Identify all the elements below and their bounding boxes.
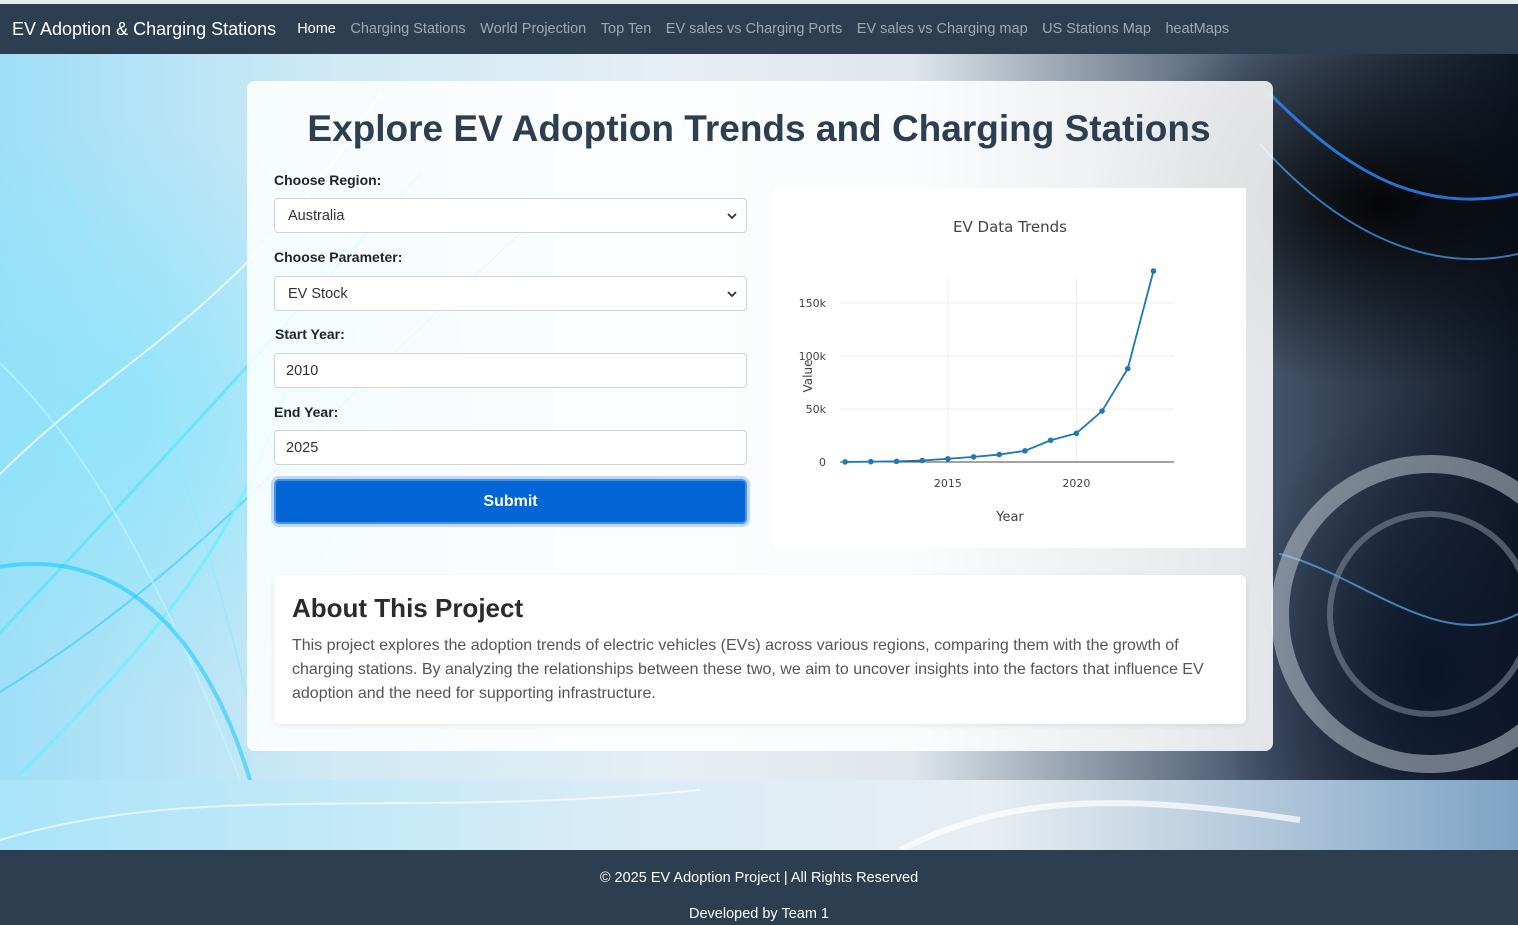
nav-link-charging-stations[interactable]: Charging Stations: [350, 21, 465, 37]
data-point: [996, 451, 1003, 458]
chevron-down-icon: [727, 291, 737, 298]
nav-link-ev-sales-vs-map[interactable]: EV sales vs Charging map: [857, 21, 1028, 37]
chevron-down-icon: [727, 213, 737, 220]
data-point: [868, 458, 874, 465]
parameter-select-value: EV Stock: [288, 285, 348, 302]
data-point: [1022, 448, 1028, 454]
chart-title: EV Data Trends: [953, 218, 1067, 236]
end-year-input[interactable]: 2025: [274, 430, 747, 465]
footer: © 2025 EV Adoption Project | All Rights …: [0, 850, 1518, 925]
x-axis-title: Year: [995, 510, 1024, 525]
data-point: [1099, 408, 1105, 414]
y-axis-title: Value: [801, 360, 815, 393]
nav-link-top-ten[interactable]: Top Ten: [601, 21, 652, 37]
lower-streaks-graphic: [0, 789, 1301, 850]
nav-link-us-stations-map[interactable]: US Stations Map: [1042, 21, 1151, 37]
nav-link-heatmaps[interactable]: heatMaps: [1165, 21, 1229, 37]
data-point: [1124, 365, 1131, 372]
x-tick-label: 2015: [934, 477, 962, 490]
ev-trend-chart: EV Data Trends050k100k150k2015 2020YearVa…: [799, 218, 1174, 525]
series-line: [845, 270, 1155, 463]
footer-copyright: © 2025 EV Adoption Project | All Rights …: [599, 870, 919, 886]
region-label: Choose Region:: [274, 172, 382, 188]
x-tick-label: 2020: [1062, 477, 1090, 490]
brand-link[interactable]: EV Adoption & Charging Stations: [12, 19, 276, 40]
about-section: About This Project This project explores…: [274, 575, 1246, 724]
nav-link-home[interactable]: Home: [297, 21, 336, 37]
data-point: [842, 459, 848, 465]
data-point: [1047, 437, 1054, 444]
footer-developed-by: Developed by Team 1: [689, 906, 829, 922]
y-tick-label: 0: [819, 456, 826, 469]
page-title: Explore EV Adoption Trends and Charging …: [307, 108, 1211, 149]
data-point: [970, 454, 977, 460]
about-heading: About This Project: [292, 593, 524, 623]
data-point: [893, 458, 900, 465]
data-point: [919, 457, 926, 464]
data-point: [1073, 430, 1080, 437]
about-text: This project explores the adoption trend…: [292, 637, 1204, 702]
start-year-label: Start Year:: [275, 326, 345, 342]
nav-link-ev-sales-vs-ports[interactable]: EV sales vs Charging Ports: [666, 21, 843, 37]
parameter-select[interactable]: EV Stock: [274, 276, 747, 311]
y-tick-label: 50k: [806, 403, 827, 416]
start-year-value: 2010: [286, 362, 319, 379]
y-tick-label: 150k: [799, 297, 827, 310]
chart-container: EV Data Trends 0 50k 100k 150k 2015 2020 Year Va…: [774, 188, 1246, 548]
nav-link-world-projection[interactable]: World Projection: [480, 21, 586, 37]
end-year-value: 2025: [286, 439, 319, 456]
navbar: EV Adoption & Charging Stations Home Cha…: [0, 4, 1518, 54]
data-point: [945, 456, 951, 462]
parameter-label: Choose Parameter:: [274, 249, 403, 265]
region-select-value: Australia: [288, 207, 345, 224]
data-point: [1150, 268, 1157, 274]
region-select[interactable]: Australia: [274, 198, 747, 233]
lower-background-band: [0, 780, 1518, 850]
submit-button[interactable]: Submit: [274, 479, 747, 524]
start-year-input[interactable]: 2010: [274, 353, 747, 388]
end-year-label: End Year:: [274, 404, 339, 420]
